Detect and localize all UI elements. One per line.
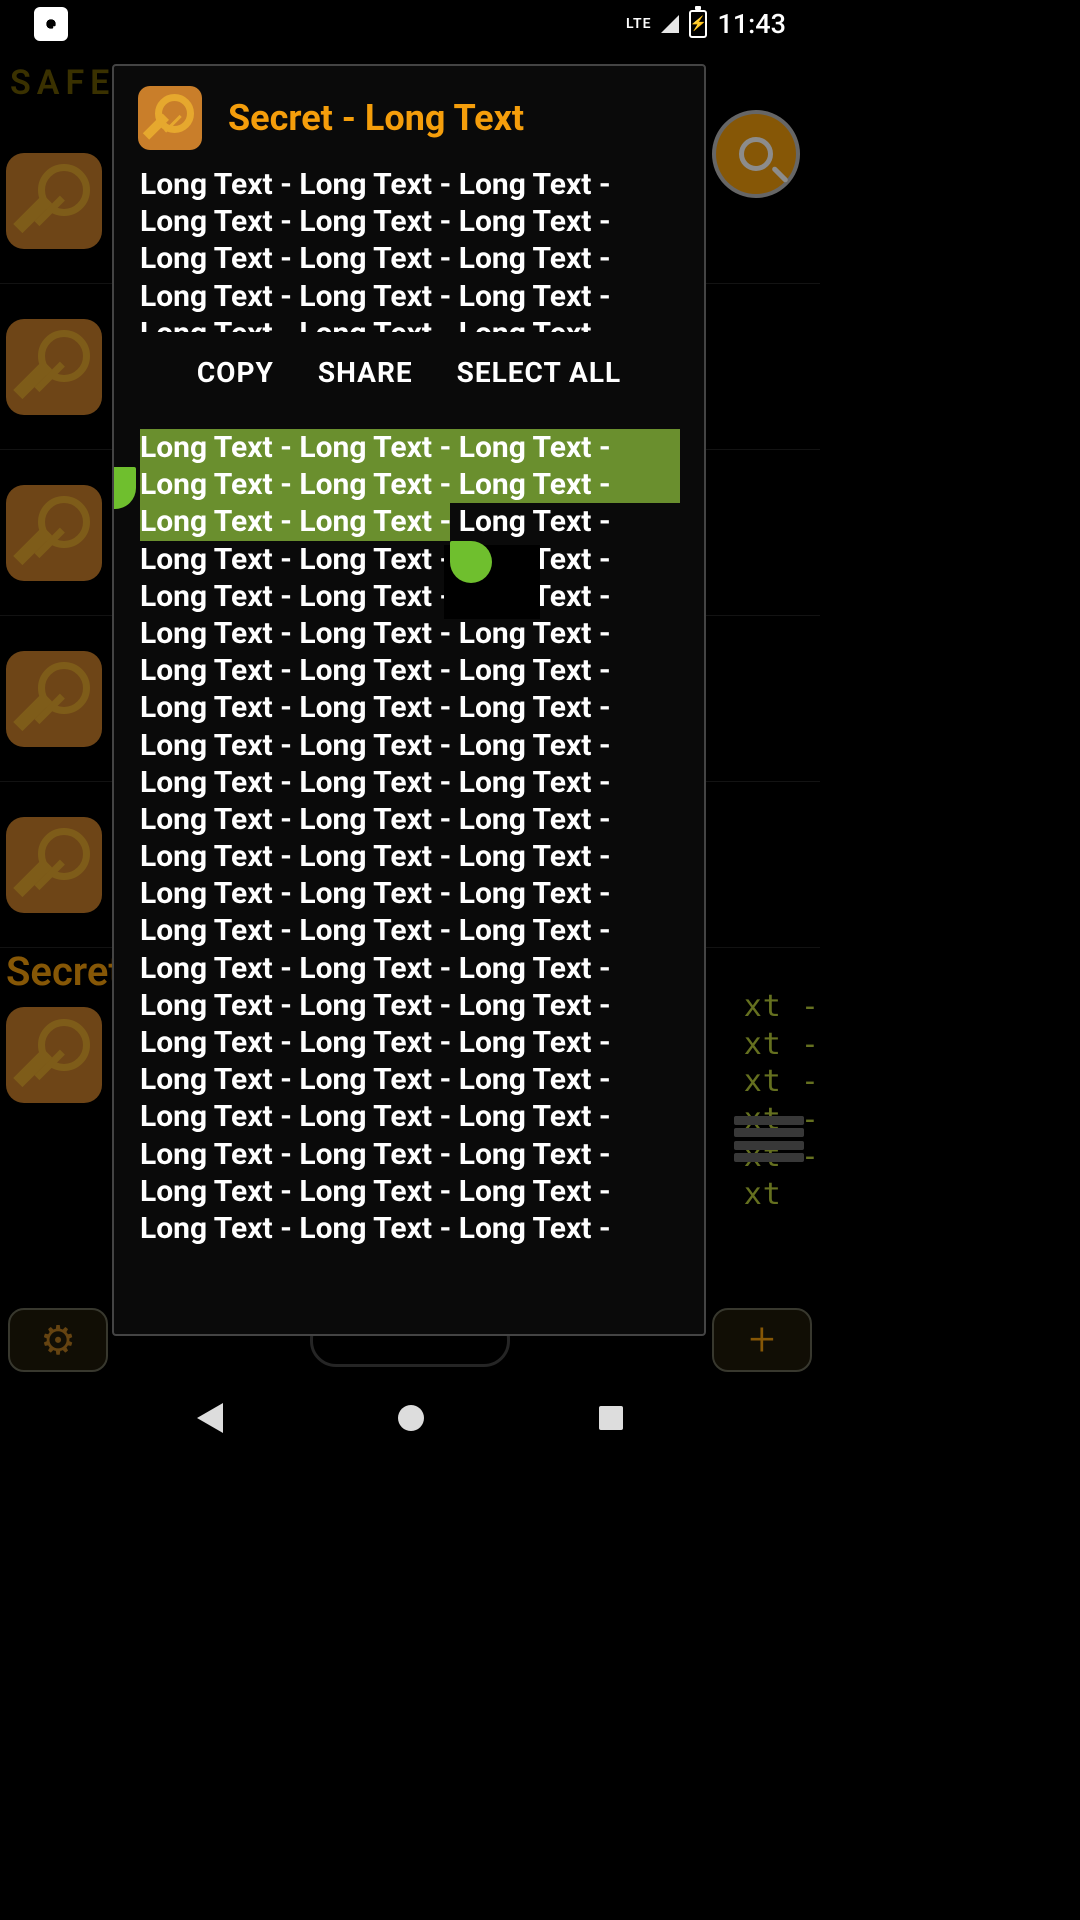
gear-icon: ⚙ [40, 1317, 76, 1364]
key-icon [6, 153, 102, 249]
text-block-bottom[interactable]: Long Text - Long Text - Long Text - Long… [114, 429, 704, 1334]
nav-back-button[interactable] [197, 1403, 223, 1433]
navigation-bar [0, 1380, 820, 1456]
plus-icon: + [749, 1313, 775, 1367]
key-icon [6, 817, 102, 913]
app-status-icon [34, 7, 68, 41]
signal-icon [661, 15, 679, 33]
search-icon [739, 137, 773, 171]
key-icon [6, 485, 102, 581]
battery-icon: ⚡ [689, 10, 707, 38]
key-icon [6, 651, 102, 747]
select-all-button[interactable]: SELECT ALL [457, 356, 622, 389]
share-button[interactable]: SHARE [318, 356, 413, 389]
key-icon [6, 1007, 102, 1103]
brand: SAFE [10, 63, 115, 103]
add-button[interactable]: + [712, 1308, 812, 1372]
menu-icon[interactable] [734, 1112, 804, 1166]
copy-button[interactable]: COPY [197, 356, 274, 389]
nav-recent-button[interactable] [599, 1406, 623, 1430]
key-icon [6, 319, 102, 415]
key-icon [138, 86, 202, 150]
selection-handle-end[interactable] [450, 541, 492, 583]
text-block-top[interactable]: Long Text - Long Text - Long Text - Long… [114, 160, 704, 332]
network-label: LTE [626, 16, 651, 32]
clock: 11:43 [717, 8, 786, 40]
settings-button[interactable]: ⚙ [8, 1308, 108, 1372]
search-button[interactable] [712, 110, 800, 198]
context-menu: COPY SHARE SELECT ALL [114, 332, 704, 429]
bg-text-preview: xt - xt - xt - xt - xt - xt [744, 988, 820, 1213]
secret-dialog: Secret - Long Text Long Text - Long Text… [112, 64, 706, 1336]
status-bar: LTE ⚡ 11:43 [0, 0, 820, 48]
dialog-title: Secret - Long Text [228, 97, 524, 139]
nav-home-button[interactable] [398, 1405, 424, 1431]
